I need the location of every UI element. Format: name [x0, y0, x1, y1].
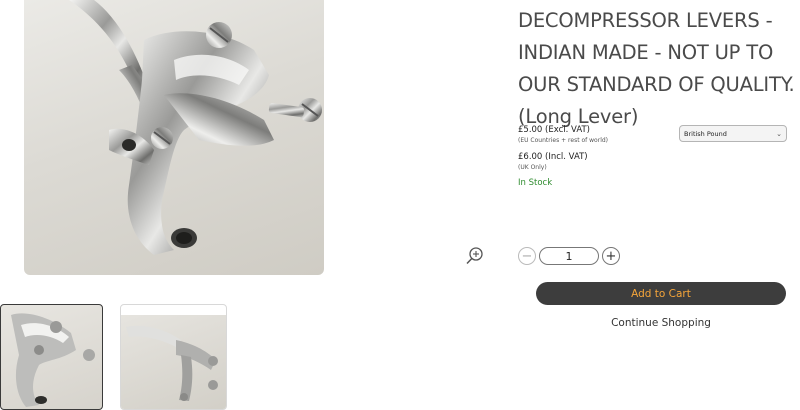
stock-status: In Stock — [518, 178, 553, 188]
currency-selected-value: British Pound — [684, 129, 727, 138]
lever-photo — [69, 0, 322, 255]
quantity-input[interactable] — [539, 247, 599, 265]
quantity-decrease-button[interactable]: − — [518, 247, 536, 265]
zoom-in-icon[interactable] — [465, 246, 485, 266]
gallery-thumbnail-1[interactable] — [0, 304, 103, 410]
quantity-increase-button[interactable]: + — [602, 247, 620, 265]
thumbnail-photo — [126, 325, 218, 401]
main-product-image[interactable] — [24, 0, 324, 275]
gallery-thumbnail-2[interactable] — [120, 304, 227, 410]
currency-select[interactable]: British Pound ⌄ — [679, 125, 787, 142]
price-excl-vat-note: (EU Countries + rest of world) — [518, 137, 609, 144]
product-title: DECOMPRESSOR LEVERS - INDIAN MADE - NOT … — [518, 9, 795, 128]
thumbnail-photo — [11, 313, 95, 407]
price-excl-vat: £5.00 (Excl. VAT) — [518, 125, 590, 135]
add-to-cart-button[interactable]: Add to Cart — [536, 282, 786, 305]
price-incl-vat-note: (UK Only) — [518, 164, 547, 171]
continue-shopping-link[interactable]: Continue Shopping — [536, 317, 786, 329]
price-incl-vat: £6.00 (Incl. VAT) — [518, 152, 588, 162]
chevron-down-icon: ⌄ — [776, 129, 782, 138]
